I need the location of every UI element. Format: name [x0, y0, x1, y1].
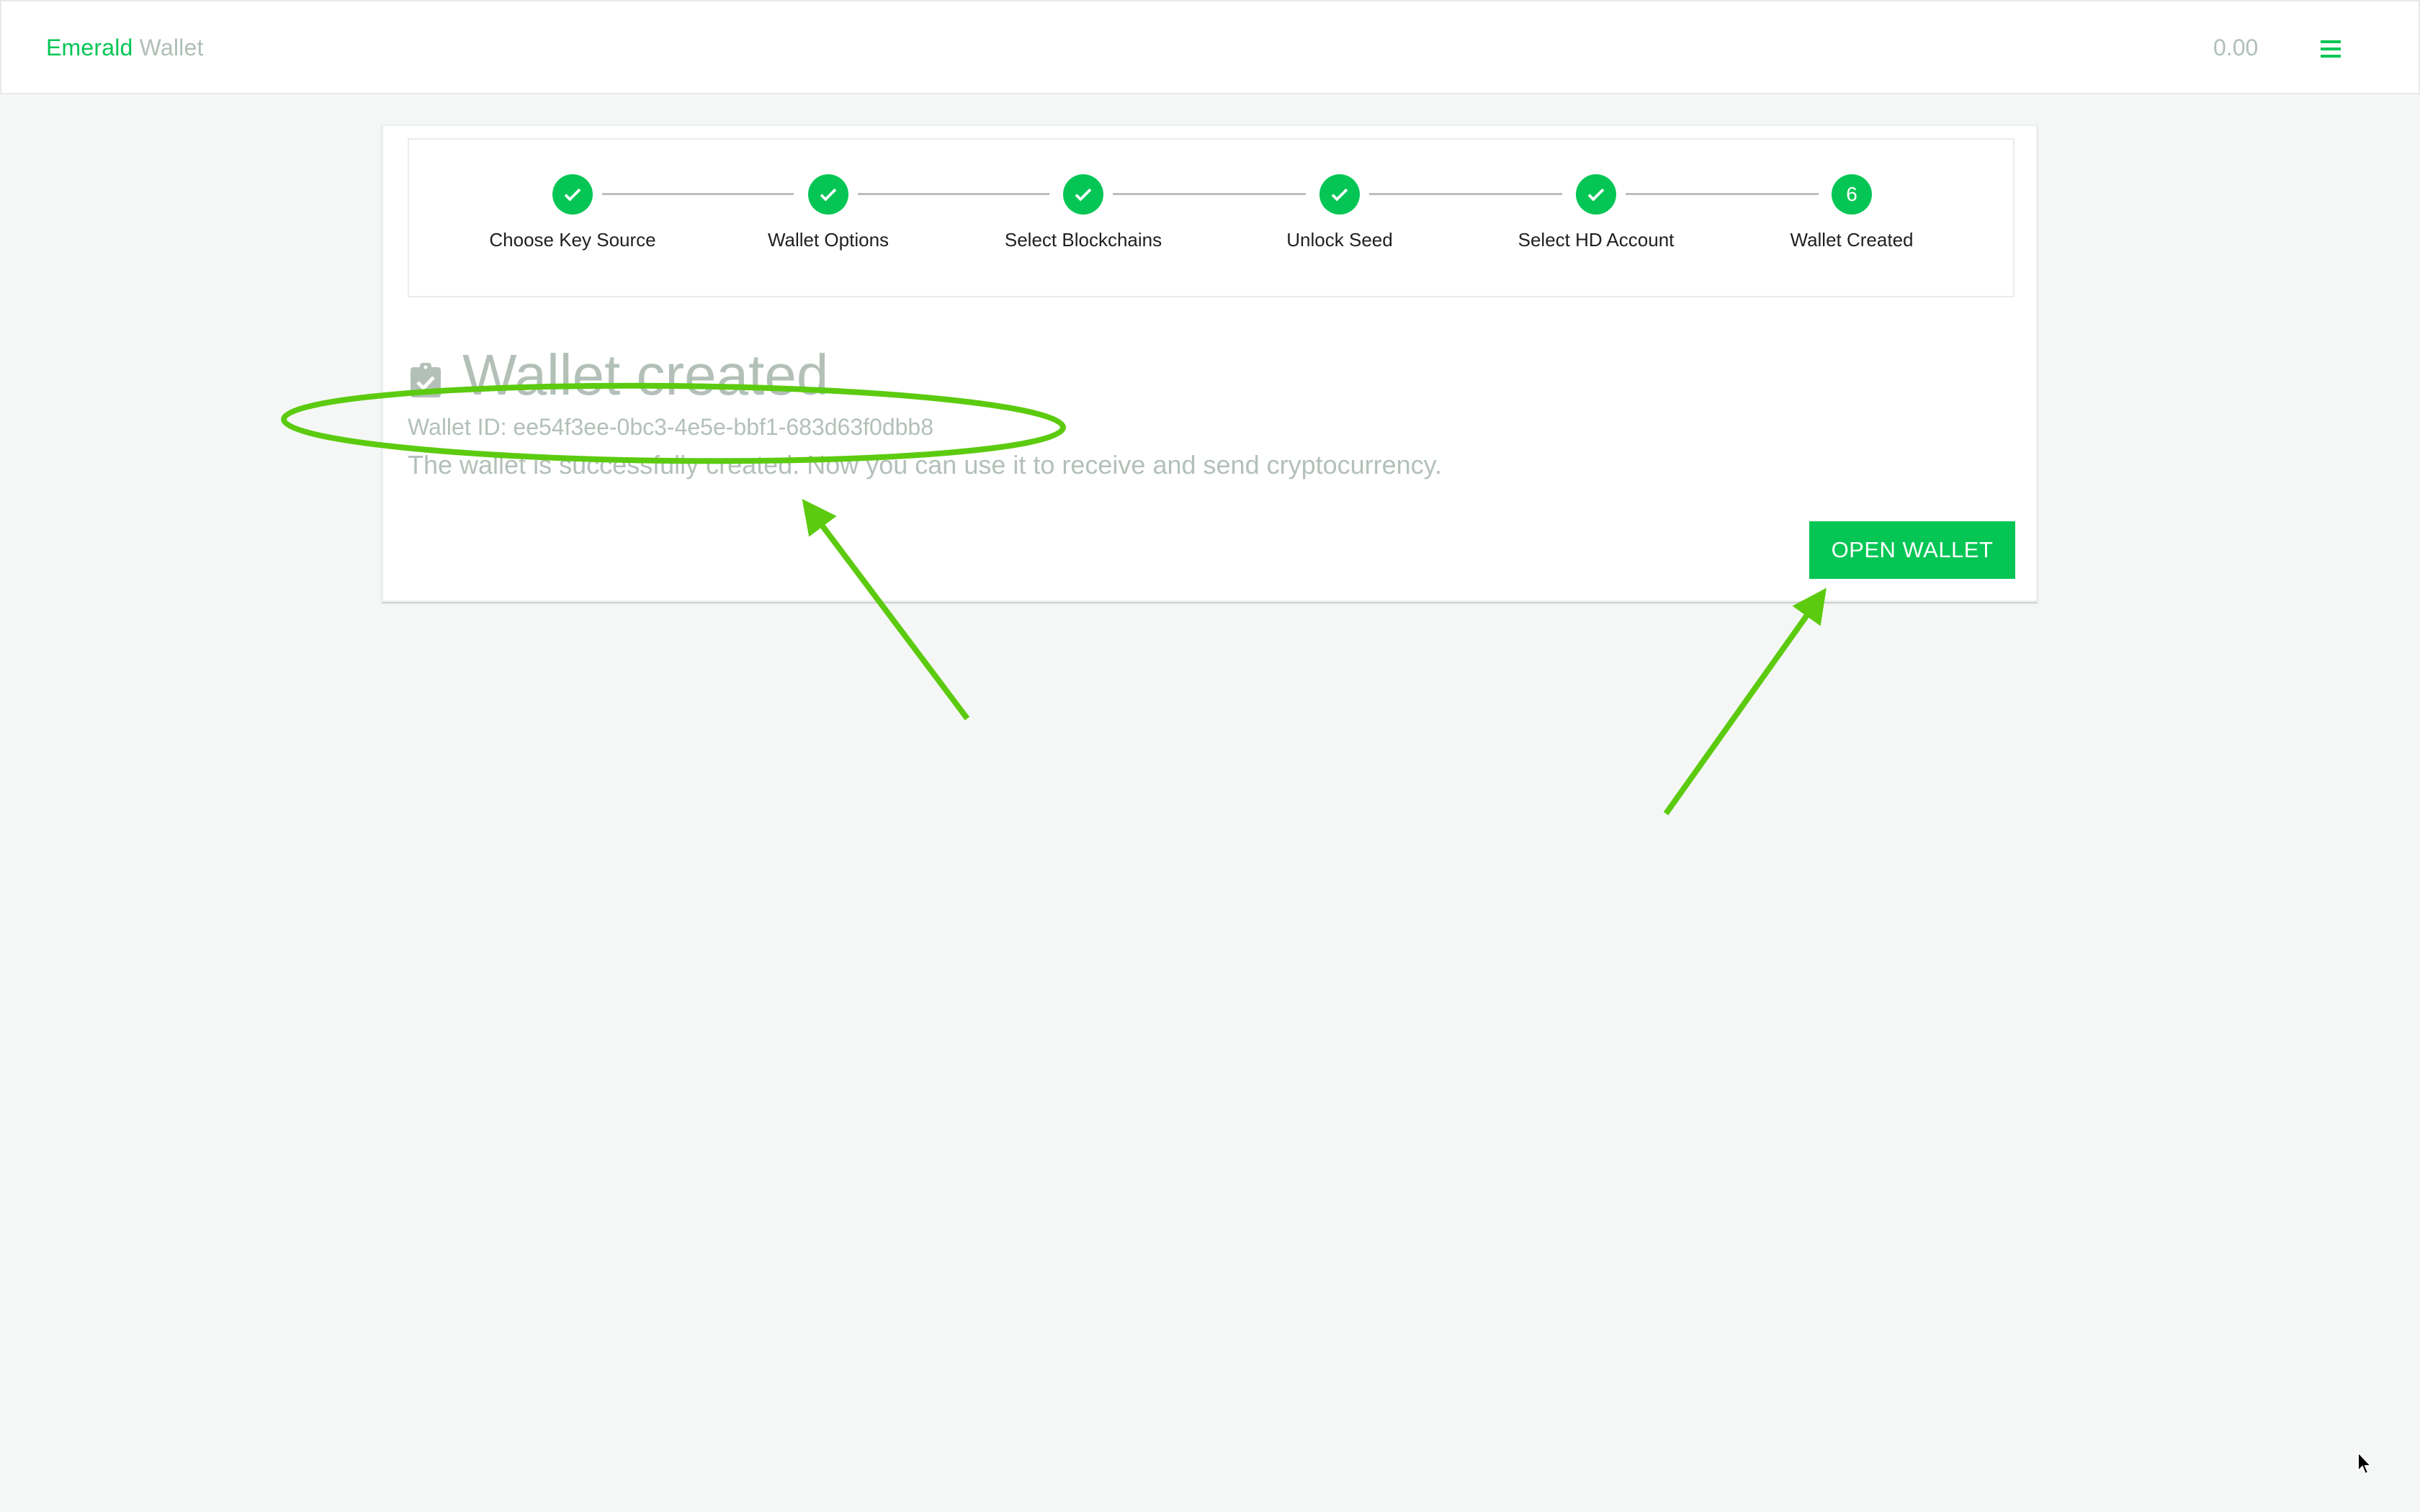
step-unlock-seed: Unlock Seed — [1232, 174, 1448, 251]
step-wallet-options: Wallet Options — [720, 174, 936, 251]
check-icon — [1075, 188, 1092, 202]
clipboard-check-icon — [411, 363, 441, 397]
annotation-arrow-open-wallet — [1663, 588, 1827, 816]
step-complete-badge — [1063, 174, 1103, 215]
step-complete-badge — [808, 174, 848, 215]
wizard-stepper: Choose Key Source Wallet Options Select … — [408, 138, 2015, 297]
total-balance: 0.00 — [2213, 35, 2259, 60]
step-label: Wallet Created — [1790, 229, 1914, 251]
step-label: Choose Key Source — [489, 229, 656, 251]
step-label: Select Blockchains — [1004, 229, 1162, 251]
step-complete-badge — [1576, 174, 1616, 215]
brand-secondary: Wallet — [139, 35, 204, 60]
step-label: Select HD Account — [1518, 229, 1675, 251]
check-icon — [1587, 188, 1605, 202]
step-select-hd-account: Select HD Account — [1488, 174, 1704, 251]
check-icon — [564, 188, 581, 202]
page-title: Wallet created — [411, 339, 828, 411]
success-description: The wallet is successfully created. Now … — [408, 450, 1442, 480]
step-choose-key-source: Choose Key Source — [465, 174, 681, 251]
title-text: Wallet created — [462, 343, 829, 407]
brand-primary: Emerald — [46, 35, 133, 60]
step-complete-badge — [552, 174, 593, 215]
step-label: Wallet Options — [767, 229, 889, 251]
check-icon — [1331, 188, 1348, 202]
app-header: Emerald Wallet 0.00 — [0, 0, 2420, 94]
step-number-badge: 6 — [1832, 174, 1872, 215]
step-wallet-created: 6 Wallet Created — [1744, 174, 1960, 251]
check-icon — [820, 188, 837, 202]
step-label: Unlock Seed — [1286, 229, 1393, 251]
wallet-id: Wallet ID: ee54f3ee-0bc3-4e5e-bbf1-683d6… — [408, 414, 933, 440]
open-wallet-button[interactable]: OPEN WALLET — [1809, 521, 2015, 579]
app-logo: Emerald Wallet — [46, 33, 204, 62]
menu-button[interactable] — [2316, 36, 2345, 62]
mouse-cursor-icon — [2357, 1451, 2373, 1475]
create-wallet-card: Choose Key Source Wallet Options Select … — [382, 125, 2038, 602]
step-select-blockchains: Select Blockchains — [975, 174, 1191, 251]
step-complete-badge — [1319, 174, 1360, 215]
